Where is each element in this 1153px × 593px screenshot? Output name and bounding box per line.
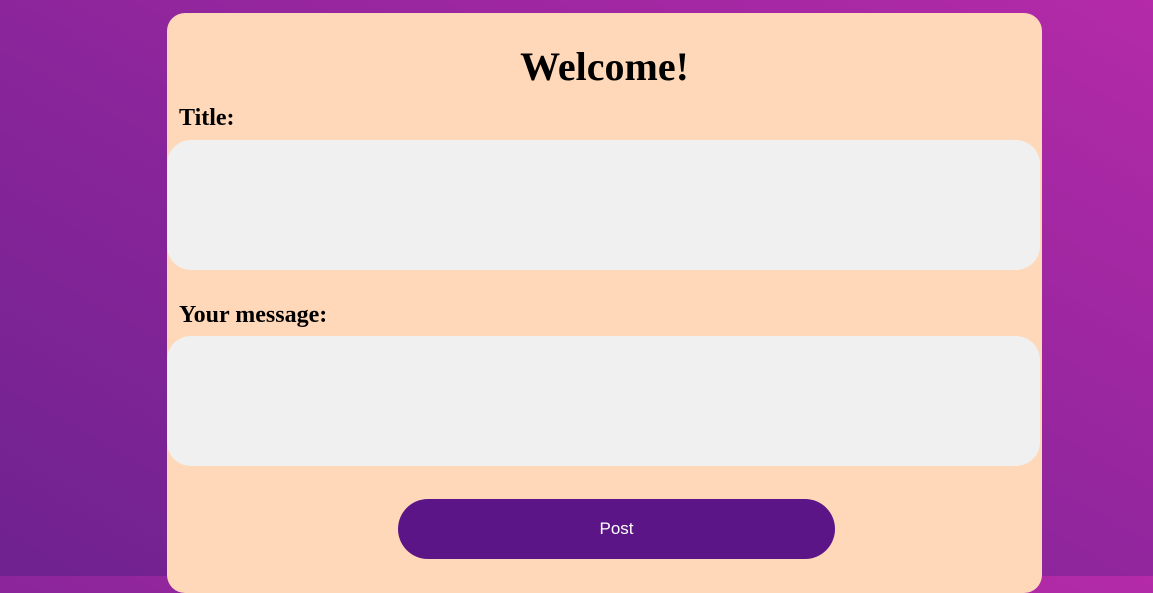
page-title: Welcome! [520,44,689,89]
title-input[interactable] [167,140,1040,270]
message-input[interactable] [167,336,1040,466]
title-label: Title: [179,105,235,131]
post-button[interactable]: Post [398,499,835,559]
message-label: Your message: [179,302,328,328]
post-form-card: Welcome! Title: Your message: Post [167,13,1042,593]
